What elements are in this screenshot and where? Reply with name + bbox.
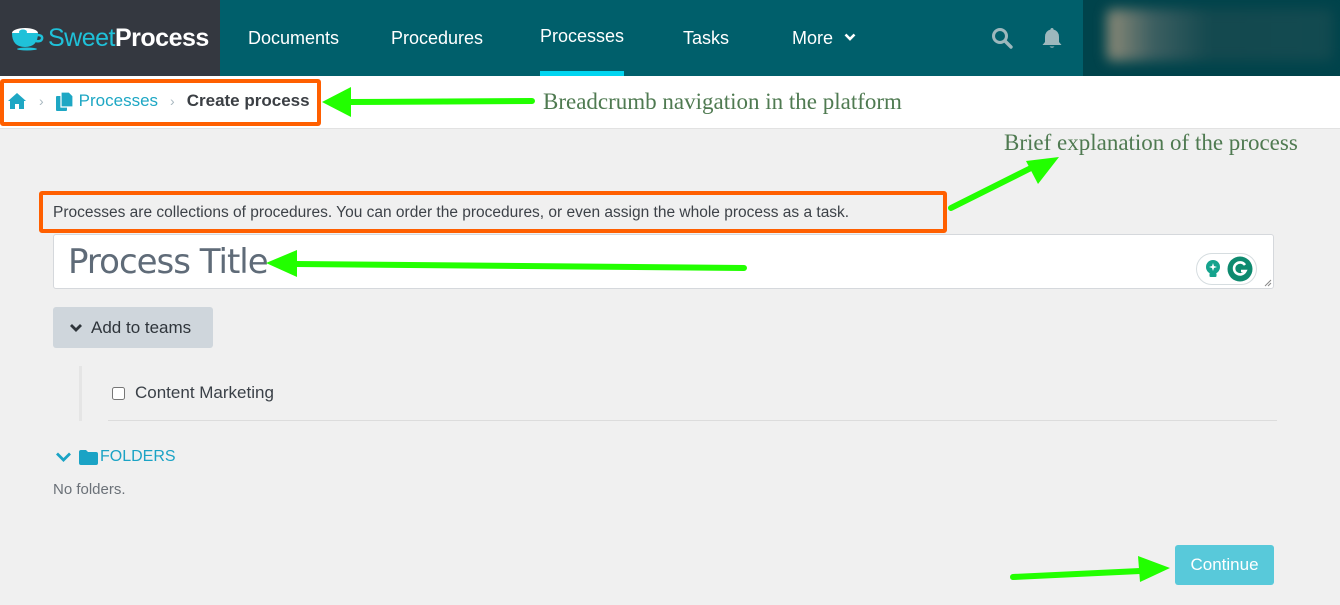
process-title-input[interactable] xyxy=(53,234,1274,289)
team-label[interactable]: Content Marketing xyxy=(135,383,274,403)
nav-tasks[interactable]: Tasks xyxy=(683,0,729,76)
arrow-to-continue xyxy=(1010,556,1170,582)
folder-icon xyxy=(79,449,98,465)
copy-icon xyxy=(55,91,73,111)
add-to-teams-label: Add to teams xyxy=(91,317,192,337)
nav-documents[interactable]: Documents xyxy=(248,0,339,76)
lightbulb-icon[interactable] xyxy=(1202,258,1224,280)
arrow-to-explanation xyxy=(948,157,1059,211)
home-icon[interactable] xyxy=(7,92,27,110)
grammarly-icon[interactable] xyxy=(1227,256,1253,282)
explanation-annotation: Brief explanation of the process xyxy=(1004,130,1298,155)
add-to-teams-button[interactable]: Add to teams xyxy=(53,307,213,348)
breadcrumb-annotation: Breadcrumb navigation in the platform xyxy=(543,89,902,114)
team-item: Content Marketing xyxy=(108,366,1277,421)
process-description: Processes are collections of procedures.… xyxy=(53,204,850,221)
breadcrumb-processes[interactable]: Processes xyxy=(79,91,158,111)
chevron-down-icon xyxy=(844,33,856,42)
grammarly-widget[interactable] xyxy=(1196,253,1257,285)
chevron-down-icon xyxy=(56,452,71,462)
nav-procedures[interactable]: Procedures xyxy=(391,0,483,76)
nav-processes[interactable]: Processes xyxy=(540,0,625,76)
chevron-down-icon xyxy=(70,323,82,332)
folders-toggle[interactable]: FOLDERS xyxy=(55,448,176,466)
breadcrumb-separator: › xyxy=(170,93,175,109)
continue-button[interactable]: Continue xyxy=(1175,545,1274,585)
top-navigation-bar: SweetProcess Documents Procedures Proces… xyxy=(0,0,1340,76)
breadcrumb: › Processes › Create process xyxy=(7,91,310,111)
search-icon[interactable] xyxy=(990,26,1014,50)
resize-handle-icon[interactable] xyxy=(1264,279,1272,287)
nav-more[interactable]: More xyxy=(792,0,856,76)
folders-label: FOLDERS xyxy=(100,448,176,465)
user-profile-menu[interactable] xyxy=(1083,0,1340,76)
coffee-cup-icon xyxy=(12,28,44,51)
team-list: Content Marketing xyxy=(79,366,1277,421)
logo[interactable]: SweetProcess xyxy=(0,0,220,76)
breadcrumb-current: Create process xyxy=(186,91,310,110)
no-folders-text: No folders. xyxy=(53,481,126,498)
logo-text: SweetProcess xyxy=(48,23,209,52)
bell-icon[interactable] xyxy=(1040,26,1064,50)
user-avatar-blurred xyxy=(1107,9,1333,61)
team-checkbox[interactable] xyxy=(112,386,125,400)
breadcrumb-separator: › xyxy=(39,93,44,109)
nav-more-label: More xyxy=(792,28,834,48)
